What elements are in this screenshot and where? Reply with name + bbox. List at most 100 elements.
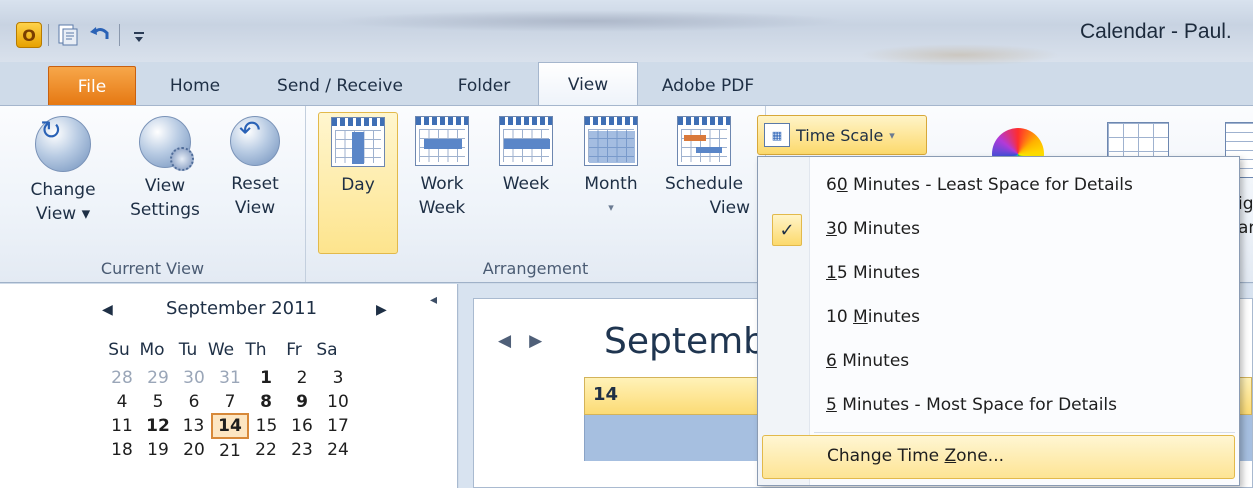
button-label: View ▾ (35, 204, 91, 224)
reset-view-icon: ↶ (230, 116, 280, 166)
button-label: Change (30, 180, 96, 200)
menu-item-label: 30 Minutes (826, 219, 920, 239)
view-settings-button[interactable]: View Settings (120, 112, 210, 222)
weekday-label: Tu (178, 340, 198, 360)
calendar-day[interactable]: 15 (248, 414, 284, 438)
week-view-button[interactable]: Week (486, 112, 566, 196)
outlook-app-icon[interactable]: O (16, 22, 42, 48)
customize-toolbar-icon[interactable] (126, 22, 152, 48)
button-label: Week (418, 198, 466, 218)
calendar-day[interactable]: 29 (140, 366, 176, 390)
reset-view-button[interactable]: ↶ Reset View (222, 112, 288, 220)
mini-calendar-grid: 28 29 30 31 1 2 3 4 5 6 7 8 9 10 11 12 1… (104, 366, 356, 462)
calendar-day[interactable]: 7 (212, 390, 248, 414)
title-bar-blur (330, 10, 850, 32)
calendar-day[interactable]: 30 (176, 366, 212, 390)
week-calendar-icon (499, 116, 553, 166)
next-month-icon[interactable]: ▶ (376, 302, 387, 318)
button-label: Week (502, 174, 550, 194)
calendar-day[interactable]: 18 (104, 438, 140, 462)
navigation-pane: ◂ ◀ September 2011 ▶ Su Mo Tu We Th Fr Sa 28 2… (0, 284, 458, 488)
tab-file[interactable]: File (48, 66, 136, 106)
change-view-button[interactable]: ↻ Change View ▾ (30, 112, 96, 226)
calendar-day[interactable]: 17 (320, 414, 356, 438)
calendar-day[interactable]: 12 (140, 414, 176, 438)
calendar-day[interactable]: 3 (320, 366, 356, 390)
calendar-day[interactable]: 11 (104, 414, 140, 438)
menu-item-5-minutes[interactable]: 5 Minutes - Most Space for Details (758, 385, 1241, 429)
calendar-day[interactable]: 6 (176, 390, 212, 414)
title-bar-blur (860, 44, 1060, 66)
day-of-week-header: Su Mo Tu We Th Fr Sa (104, 340, 342, 360)
calendar-day[interactable]: 28 (104, 366, 140, 390)
collapse-pane-icon[interactable]: ◂ (430, 292, 437, 308)
group-arrangement: Day Work Week Week Month ▾ Schedule View… (306, 106, 766, 282)
month-calendar-icon (584, 116, 638, 166)
calendar-day[interactable]: 9 (284, 390, 320, 414)
group-current-view: ↻ Change View ▾ View Settings ↶ Reset Vi… (0, 106, 306, 282)
weekday-label: Th (245, 340, 267, 360)
chevron-down-icon: ▾ (889, 128, 895, 142)
calendar-day[interactable]: 24 (320, 438, 356, 462)
calendar-day[interactable]: 20 (176, 438, 212, 462)
checkmark-icon: ✓ (772, 214, 802, 246)
button-label: Month (584, 174, 638, 194)
menu-item-label: 60 Minutes - Least Space for Details (826, 175, 1133, 195)
calendar-day[interactable]: 21 (212, 438, 248, 462)
next-day-icon[interactable]: ▶ (529, 331, 560, 351)
button-label: Day (341, 175, 375, 195)
tab-folder[interactable]: Folder (430, 66, 538, 106)
weekday-label: We (207, 340, 235, 360)
calendar-day[interactable]: 22 (248, 438, 284, 462)
menu-item-30-minutes[interactable]: ✓ 30 Minutes (758, 209, 1241, 253)
send-receive-icon[interactable] (55, 22, 81, 48)
menu-item-change-time-zone[interactable]: Change Time Zone... (762, 435, 1235, 479)
time-scale-menu: 60 Minutes - Least Space for Details ✓ 3… (757, 156, 1240, 486)
group-label: Arrangement (482, 259, 589, 278)
menu-item-label: 15 Minutes (826, 263, 920, 283)
button-label: View (144, 176, 186, 196)
menu-item-label: 6 Minutes (826, 351, 910, 371)
schedule-view-button[interactable]: Schedule View (654, 112, 754, 220)
day-view-button[interactable]: Day (318, 112, 398, 254)
menu-item-10-minutes[interactable]: 10 Minutes (758, 297, 1241, 341)
day-calendar-icon (331, 117, 385, 167)
previous-month-icon[interactable]: ◀ (102, 302, 113, 318)
calendar-day[interactable]: 31 (212, 366, 248, 390)
button-label: Work (420, 174, 464, 194)
work-week-view-button[interactable]: Work Week (402, 112, 482, 220)
time-scale-button[interactable]: ▦ Time Scale ▾ (757, 115, 927, 155)
button-label: Schedule (664, 174, 744, 194)
button-label: View (234, 198, 276, 218)
dropdown-arrow: ▾ (608, 201, 614, 214)
menu-item-label: 10 Minutes (826, 307, 920, 327)
calendar-day[interactable]: 1 (248, 366, 284, 390)
time-scale-label: Time Scale (796, 125, 884, 145)
calendar-day[interactable]: 23 (284, 438, 320, 462)
change-view-icon: ↻ (35, 116, 91, 172)
calendar-day[interactable]: 5 (140, 390, 176, 414)
view-settings-icon (139, 116, 194, 171)
calendar-day[interactable]: 8 (248, 390, 284, 414)
calendar-day[interactable]: 10 (320, 390, 356, 414)
time-scale-icon: ▦ (764, 123, 790, 147)
tab-send-receive[interactable]: Send / Receive (250, 66, 430, 106)
calendar-day[interactable]: 19 (140, 438, 176, 462)
menu-item-60-minutes[interactable]: 60 Minutes - Least Space for Details (758, 165, 1241, 209)
calendar-day[interactable]: 4 (104, 390, 140, 414)
weekday-label: Fr (286, 340, 302, 360)
previous-day-icon[interactable]: ◀ (498, 331, 529, 351)
tab-adobe-pdf[interactable]: Adobe PDF (638, 66, 778, 106)
month-view-button[interactable]: Month ▾ (570, 112, 652, 220)
mini-calendar-month-title: September 2011 (166, 298, 318, 319)
calendar-day[interactable]: 16 (284, 414, 320, 438)
calendar-day[interactable]: 2 (284, 366, 320, 390)
button-label: Reset (231, 174, 279, 194)
tab-view[interactable]: View (538, 62, 638, 106)
calendar-day-today[interactable]: 14 (211, 413, 249, 439)
menu-item-15-minutes[interactable]: 15 Minutes (758, 253, 1241, 297)
calendar-day[interactable]: 13 (176, 414, 212, 438)
undo-icon[interactable] (87, 22, 113, 48)
menu-item-6-minutes[interactable]: 6 Minutes (758, 341, 1241, 385)
tab-home[interactable]: Home (140, 66, 250, 106)
